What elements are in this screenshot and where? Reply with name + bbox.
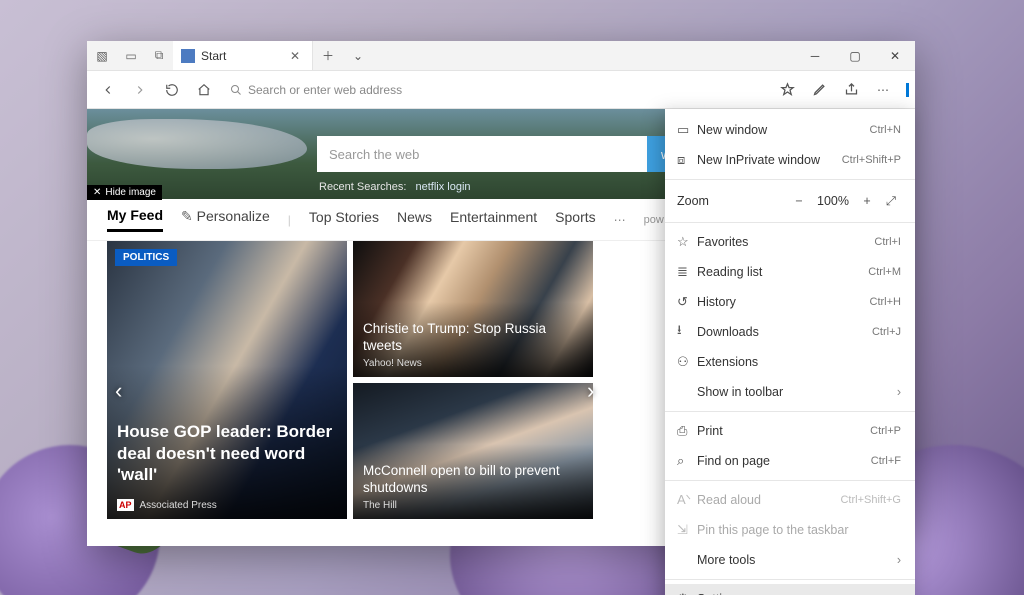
maximize-button[interactable]: ▢ [835, 41, 875, 70]
menu-more-tools[interactable]: More tools › [665, 545, 915, 575]
search-icon: ⌕ [677, 453, 697, 469]
notes-button[interactable] [804, 75, 834, 105]
zoom-out-button[interactable]: − [787, 194, 811, 208]
forward-button[interactable] [125, 75, 155, 105]
menu-settings[interactable]: ⚙ Settings [665, 584, 915, 595]
recent-search-link[interactable]: netflix login [416, 181, 471, 193]
close-icon: ✕ [93, 187, 101, 198]
carousel-prev-button[interactable]: ‹ [115, 378, 122, 404]
tab-title: Start [201, 49, 286, 63]
menu-read-aloud: Aᐠ Read aloud Ctrl+Shift+G [665, 485, 915, 515]
feed-tab-sports[interactable]: Sports [555, 209, 595, 231]
hide-image-button[interactable]: ✕Hide image [87, 185, 162, 200]
favorites-button[interactable] [772, 75, 802, 105]
menu-zoom: Zoom − 100% + ⤢ [665, 184, 915, 218]
card-source: AP Associated Press [117, 499, 217, 511]
carousel-dots[interactable] [147, 523, 271, 527]
gear-icon: ⚙ [677, 591, 697, 595]
menu-open-indicator [906, 83, 909, 97]
menu-history[interactable]: ↺ History Ctrl+H [665, 287, 915, 317]
ap-logo-icon: AP [117, 499, 134, 511]
tab-close-icon[interactable]: ✕ [286, 49, 304, 63]
inprivate-icon: ⧈ [677, 152, 697, 168]
zoom-value: 100% [811, 194, 855, 208]
pin-icon: ⇲ [677, 522, 697, 538]
browser-window: ▧ ▭ ⧉ Start ✕ ＋ ⌄ ─ ▢ ✕ [87, 41, 915, 546]
recent-searches: Recent Searches: netflix login [319, 181, 471, 193]
card-mcconnell[interactable]: McConnell open to bill to prevent shutdo… [353, 383, 593, 519]
card-house-gop[interactable]: POLITICS House GOP leader: Border deal d… [107, 241, 347, 519]
read-aloud-icon: Aᐠ [677, 492, 697, 508]
menu-extensions[interactable]: ⚇ Extensions [665, 347, 915, 377]
powered-by-label: pow [644, 214, 664, 226]
new-tab-button[interactable]: ＋ [313, 41, 343, 70]
print-icon: ⎙ [677, 423, 697, 439]
refresh-button[interactable] [157, 75, 187, 105]
tab-favicon [181, 49, 195, 63]
feed-tab-topstories[interactable]: Top Stories [309, 209, 379, 231]
minimize-button[interactable]: ─ [795, 41, 835, 70]
web-search-placeholder: Search the web [329, 147, 419, 162]
history-icon: ↺ [677, 294, 697, 310]
chevron-right-icon: › [897, 553, 901, 567]
navbar: Search or enter web address ⋯ [87, 71, 915, 109]
card-christie-trump[interactable]: Christie to Trump: Stop Russia tweets Ya… [353, 241, 593, 377]
star-icon: ☆ [677, 234, 697, 250]
more-button[interactable]: ⋯ [868, 75, 898, 105]
address-bar[interactable]: Search or enter web address [221, 76, 770, 104]
menu-downloads[interactable]: ⭳ Downloads Ctrl+J [665, 317, 915, 347]
feed-tab-entertainment[interactable]: Entertainment [450, 209, 537, 231]
menu-show-in-toolbar[interactable]: Show in toolbar › [665, 377, 915, 407]
feed-tab-personalize[interactable]: Personalize [181, 208, 270, 231]
menu-pin-taskbar: ⇲ Pin this page to the taskbar [665, 515, 915, 545]
tab-start[interactable]: Start ✕ [173, 41, 313, 70]
extensions-icon: ⚇ [677, 354, 697, 370]
menu-reading-list[interactable]: ≣ Reading list Ctrl+M [665, 257, 915, 287]
search-icon [230, 84, 242, 96]
menu-favorites[interactable]: ☆ Favorites Ctrl+I [665, 227, 915, 257]
card-title: House GOP leader: Border deal doesn't ne… [117, 421, 337, 485]
menu-find-on-page[interactable]: ⌕ Find on page Ctrl+F [665, 446, 915, 476]
card-source: Yahoo! News [363, 358, 422, 369]
close-window-button[interactable]: ✕ [875, 41, 915, 70]
tab-chevron-icon[interactable]: ⌄ [343, 41, 373, 70]
settings-menu: ▭ New window Ctrl+N ⧈ New InPrivate wind… [665, 109, 915, 595]
feed-tab-myfeed[interactable]: My Feed [107, 207, 163, 232]
menu-new-inprivate[interactable]: ⧈ New InPrivate window Ctrl+Shift+P [665, 145, 915, 175]
carousel-next-button[interactable]: › [587, 378, 594, 404]
feed-more-button[interactable]: ⋯ [614, 213, 626, 227]
zoom-in-button[interactable]: + [855, 194, 879, 208]
feed-tab-news[interactable]: News [397, 209, 432, 231]
card-source: The Hill [363, 500, 397, 511]
card-title: Christie to Trump: Stop Russia tweets [363, 321, 583, 355]
card-title: McConnell open to bill to prevent shutdo… [363, 463, 583, 497]
web-search-input[interactable]: Search the web [317, 136, 647, 172]
titlebar: ▧ ▭ ⧉ Start ✕ ＋ ⌄ ─ ▢ ✕ [87, 41, 915, 71]
downloads-icon: ⭳ [677, 321, 697, 343]
menu-print[interactable]: ⎙ Print Ctrl+P [665, 416, 915, 446]
set-aside-tabs-icon[interactable]: ⧉ [145, 41, 173, 70]
share-button[interactable] [836, 75, 866, 105]
chevron-right-icon: › [897, 385, 901, 399]
reading-list-icon: ≣ [677, 264, 697, 280]
app-icon: ▧ [87, 41, 117, 70]
fullscreen-button[interactable]: ⤢ [879, 194, 903, 209]
window-icon: ▭ [677, 122, 697, 138]
address-placeholder: Search or enter web address [248, 83, 402, 97]
category-badge: POLITICS [115, 249, 177, 266]
menu-new-window[interactable]: ▭ New window Ctrl+N [665, 115, 915, 145]
back-button[interactable] [93, 75, 123, 105]
home-button[interactable] [189, 75, 219, 105]
tab-preview-icon[interactable]: ▭ [117, 41, 145, 70]
